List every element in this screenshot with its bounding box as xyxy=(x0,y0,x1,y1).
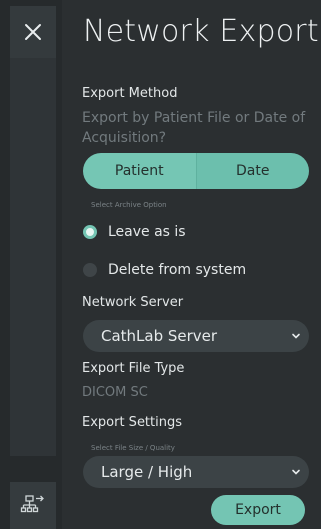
radio-leave-label: Leave as is xyxy=(108,224,186,240)
radio-indicator xyxy=(83,263,97,277)
export-button[interactable]: Export xyxy=(211,495,305,525)
date-option-button[interactable]: Date xyxy=(195,153,309,189)
radio-indicator-selected xyxy=(83,225,97,239)
network-export-icon xyxy=(20,494,44,512)
file-size-quality-value: Large / High xyxy=(101,463,193,481)
network-export-panel: Network Export Export Method Export by P… xyxy=(74,0,321,529)
export-file-type-value: DICOM SC xyxy=(82,385,148,400)
network-server-select[interactable]: CathLab Server xyxy=(83,320,309,352)
close-button[interactable] xyxy=(10,6,56,58)
rail-panel xyxy=(10,58,56,456)
export-settings-label: Export Settings xyxy=(82,415,183,430)
page-title: Network Export xyxy=(83,14,319,49)
archive-option-label: Select Archive Option xyxy=(91,201,167,209)
close-icon xyxy=(25,24,41,40)
patient-option-button[interactable]: Patient xyxy=(83,153,196,189)
network-server-label: Network Server xyxy=(82,295,184,310)
chevron-down-icon xyxy=(292,333,300,339)
file-size-quality-label: Select File Size / Quality xyxy=(91,444,175,452)
export-method-toggle: Patient Date xyxy=(83,153,309,189)
radio-delete-from-system[interactable]: Delete from system xyxy=(83,262,246,278)
export-method-label: Export Method xyxy=(82,86,178,101)
chevron-down-icon xyxy=(292,469,300,475)
radio-leave-as-is[interactable]: Leave as is xyxy=(83,224,186,240)
export-method-hint: Export by Patient File or Date of Acquis… xyxy=(82,110,306,146)
radio-delete-label: Delete from system xyxy=(108,262,247,278)
export-file-type-label: Export File Type xyxy=(82,361,185,376)
side-rail xyxy=(0,0,62,529)
network-export-button[interactable] xyxy=(10,482,56,529)
network-server-value: CathLab Server xyxy=(101,327,218,345)
file-size-quality-select[interactable]: Large / High xyxy=(83,456,309,488)
